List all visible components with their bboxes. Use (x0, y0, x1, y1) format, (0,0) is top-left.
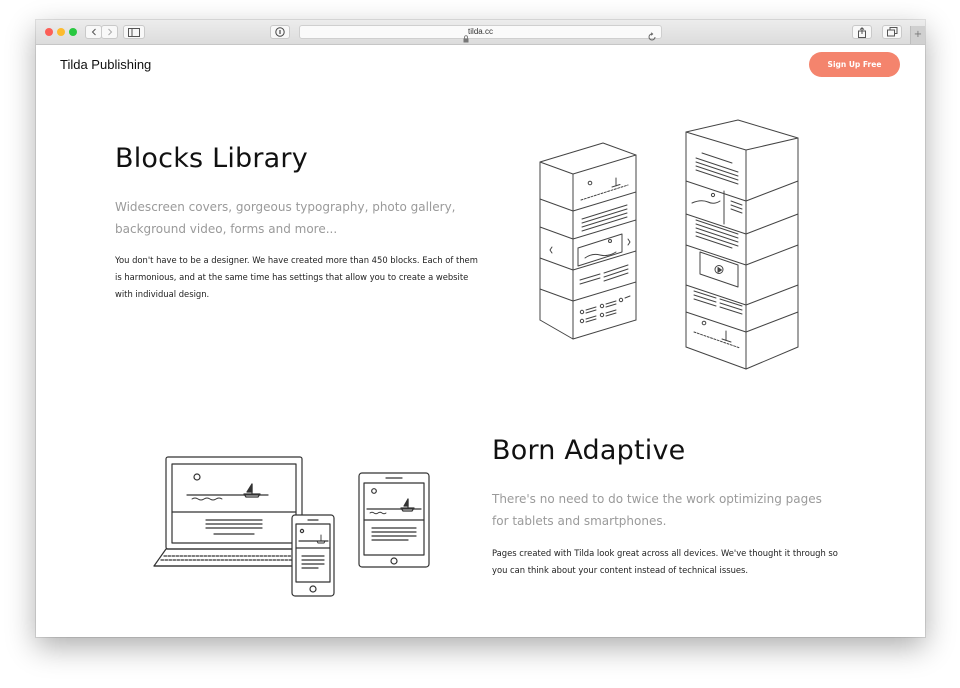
forward-button[interactable] (101, 25, 118, 39)
close-window-button[interactable] (45, 28, 53, 36)
sidebar-toggle-button[interactable] (123, 25, 145, 39)
page-content: Tilda Publishing Sign Up Free Blocks Lib… (36, 45, 925, 637)
signup-button[interactable]: Sign Up Free (809, 52, 900, 77)
sidebar-icon (128, 27, 140, 37)
blocks-stack-illustration (539, 119, 799, 370)
born-adaptive-description: Pages created with Tilda look great acro… (492, 548, 838, 575)
blocks-library-lead: Widescreen covers, gorgeous typography, … (115, 200, 456, 236)
share-icon (858, 26, 866, 38)
born-adaptive-title: Born Adaptive (492, 435, 686, 466)
info-circle-icon (275, 27, 285, 37)
browser-window: tilda.cc + Tilda Publishing Sign Up Free… (36, 20, 925, 637)
chevron-left-icon (91, 28, 96, 36)
tabs-overview-button[interactable] (882, 25, 902, 39)
share-button[interactable] (852, 25, 872, 39)
browser-toolbar: tilda.cc + (36, 20, 925, 45)
back-button[interactable] (85, 25, 102, 39)
address-bar[interactable]: tilda.cc (299, 25, 662, 43)
blocks-library-description: You don't have to be a designer. We have… (115, 255, 478, 299)
devices-illustration (153, 456, 430, 597)
new-tab-button[interactable]: + (910, 26, 925, 44)
url-text: tilda.cc (468, 27, 493, 36)
chevron-right-icon (107, 28, 112, 36)
minimize-window-button[interactable] (57, 28, 65, 36)
blocks-library-title: Blocks Library (115, 143, 308, 174)
zoom-window-button[interactable] (69, 28, 77, 36)
reload-icon[interactable] (647, 27, 657, 46)
born-adaptive-lead: There's no need to do twice the work opt… (492, 492, 822, 528)
reader-privacy-button[interactable] (270, 25, 290, 39)
brand-logo-text[interactable]: Tilda Publishing (60, 57, 151, 72)
tabs-icon (886, 27, 897, 37)
